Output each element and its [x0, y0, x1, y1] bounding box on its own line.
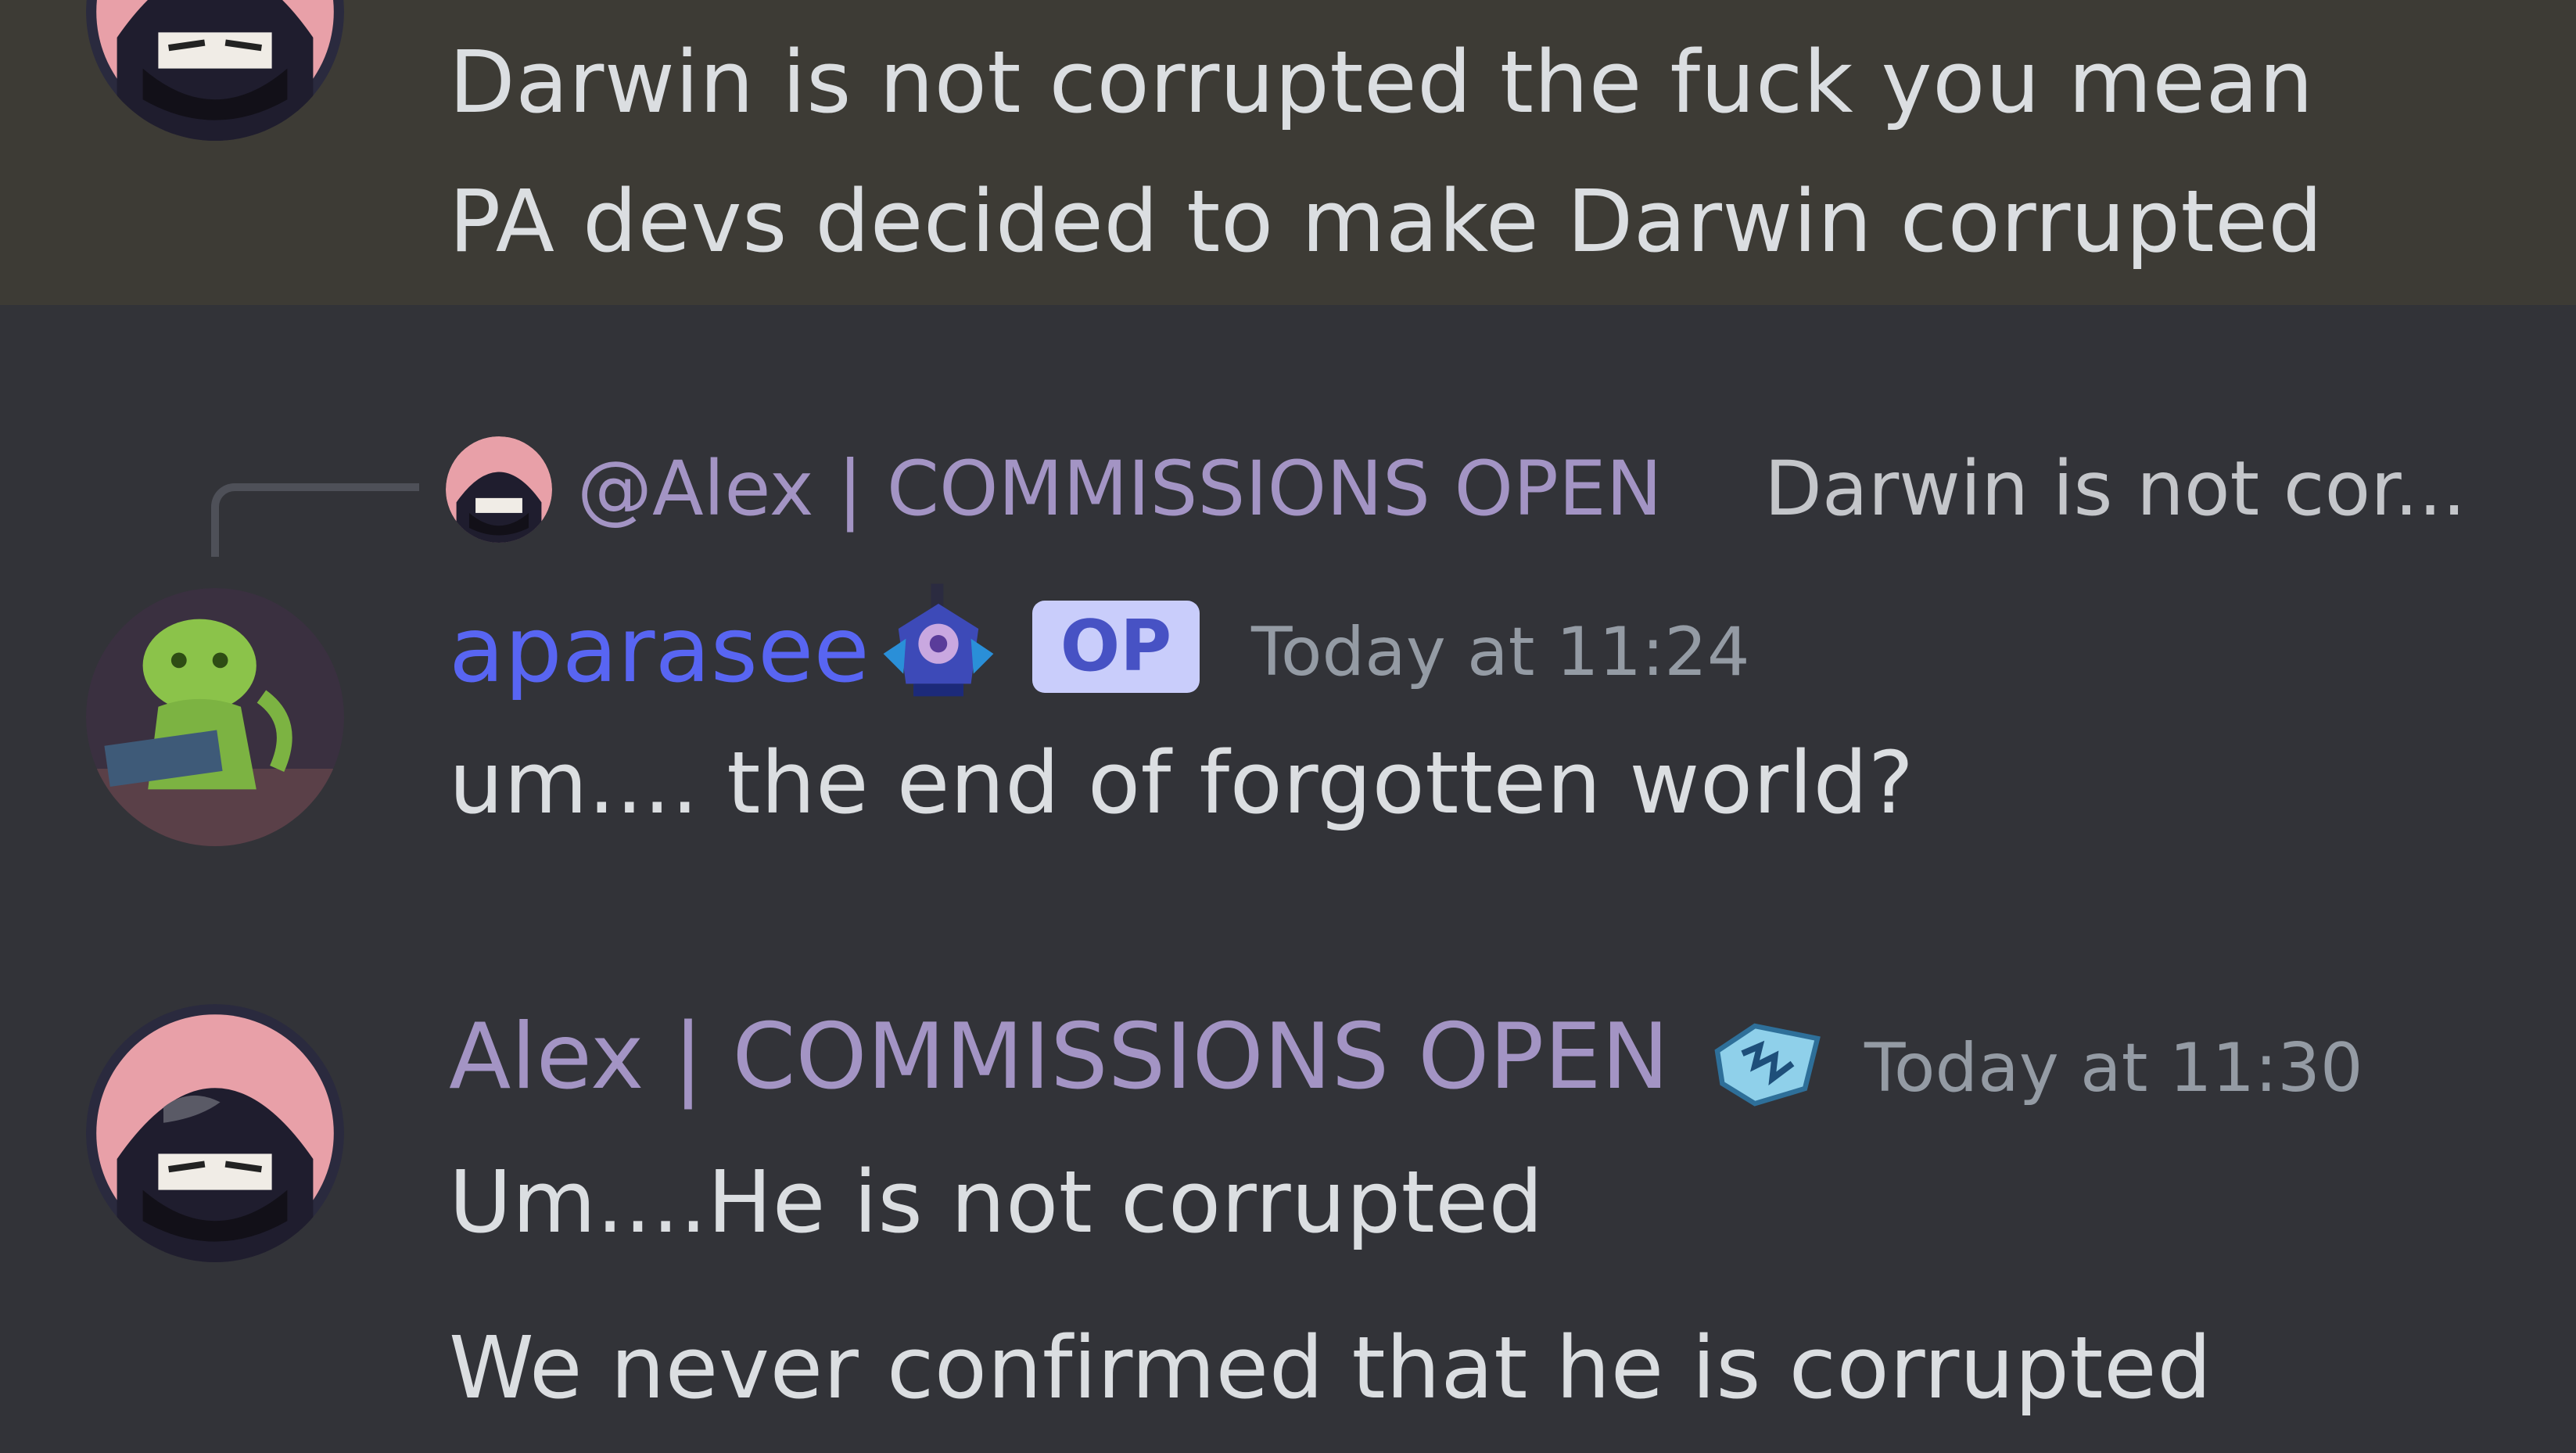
highlighted-message[interactable]: Darwin is not corrupted the fuck you mea…: [0, 0, 2576, 305]
reply-connector: [211, 483, 419, 557]
reply-author[interactable]: @Alex | COMMISSIONS OPEN: [577, 438, 1662, 540]
message-line: Um....He is not corrupted: [449, 1152, 1544, 1252]
blue-scribble-icon: [1705, 1001, 1830, 1126]
reply-preview[interactable]: Darwin is not cor...: [1764, 438, 2466, 540]
author-name[interactable]: Alex | COMMISSIONS OPEN: [449, 1003, 1669, 1112]
alex-avatar[interactable]: [86, 1004, 344, 1262]
timestamp[interactable]: Today at 11:30: [1864, 1021, 2363, 1115]
message-line: um.... the end of forgotten world?: [449, 733, 1914, 833]
op-tag: OP: [1032, 601, 1200, 693]
reply-avatar[interactable]: [446, 436, 552, 543]
message-line: We never confirmed that he is corrupted: [449, 1318, 2212, 1418]
robot-sprite-icon: [876, 579, 1001, 704]
author-name[interactable]: aparasee: [449, 596, 870, 705]
message-line: PA devs decided to make Darwin corrupted: [449, 171, 2323, 271]
message-line: Darwin is not corrupted the fuck you mea…: [449, 32, 2314, 132]
timestamp[interactable]: Today at 11:24: [1251, 605, 1750, 699]
aparasee-avatar[interactable]: [86, 588, 344, 846]
chat-view: Darwin is not corrupted the fuck you mea…: [0, 0, 2576, 1453]
alex-avatar[interactable]: [86, 0, 344, 141]
